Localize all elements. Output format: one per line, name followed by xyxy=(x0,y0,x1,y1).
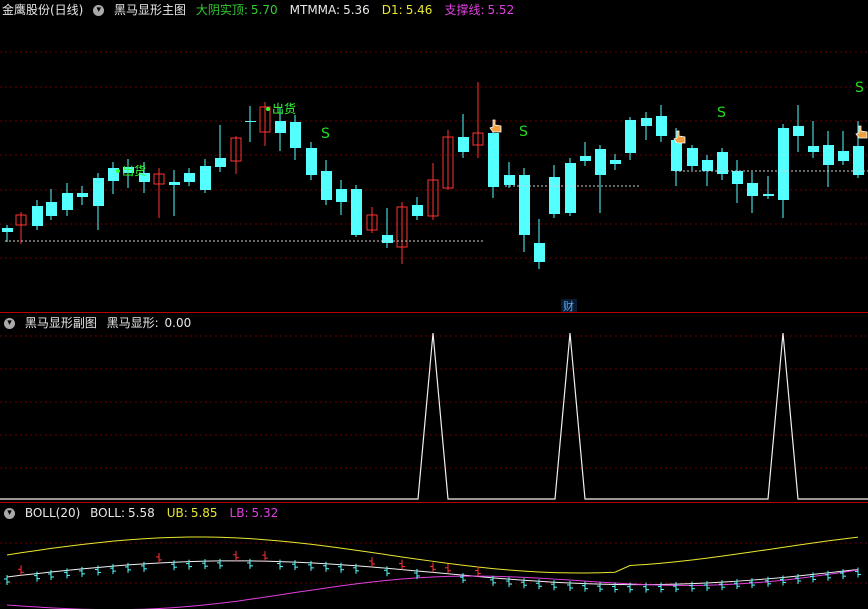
candle-body xyxy=(245,121,256,122)
main-indicator-value: 5.52 xyxy=(487,3,515,17)
s-signal-label: S xyxy=(321,126,330,142)
main-indicator-value: 5.36 xyxy=(343,3,370,17)
candle-body xyxy=(671,140,682,171)
candle-body xyxy=(838,151,849,161)
sub-indicator-name: 黑马显形副图 xyxy=(24,316,97,330)
main-indicator-1: MTMMA: 5.36 xyxy=(290,3,376,17)
candle-body xyxy=(625,120,636,153)
candle-body xyxy=(580,156,591,161)
candle-body xyxy=(184,173,195,182)
candle-body xyxy=(290,122,301,148)
candle-body xyxy=(717,152,728,174)
main-chart-header: 金鹰股份(日线) ▾ 黑马显形主图 大阴实顶: 5.70 MTMMA: 5.36 D1:… xyxy=(2,2,532,18)
candle-body xyxy=(656,116,667,136)
sub-indicator-label: 黑马显形: xyxy=(106,316,159,330)
candle-body xyxy=(77,193,88,197)
candle-body xyxy=(778,128,789,200)
boll-indicator-0: BOLL: 5.58 xyxy=(90,506,161,520)
collapse-toggle-icon[interactable]: ▾ xyxy=(93,5,105,16)
boll-name: BOLL(20) xyxy=(24,506,81,520)
candle-body xyxy=(763,194,774,196)
main-indicator-value: 5.70 xyxy=(250,3,278,17)
collapse-toggle-icon[interactable]: ▾ xyxy=(4,318,15,329)
candle-body xyxy=(321,171,332,200)
sell-dot-icon xyxy=(266,107,270,111)
candle-body xyxy=(610,160,621,164)
candle-body xyxy=(595,149,606,175)
s-signal-label: S xyxy=(717,105,726,121)
main-indicator-label: D1: xyxy=(381,3,403,17)
candle-body xyxy=(306,148,317,175)
main-chart-panel[interactable]: 金鹰股份(日线) ▾ 黑马显形主图 大阴实顶: 5.70 MTMMA: 5.36 D1:… xyxy=(0,0,868,312)
sell-dot-icon xyxy=(116,169,120,173)
candle-body xyxy=(747,183,758,196)
candle-body xyxy=(823,145,834,165)
s-signal-label: S xyxy=(855,80,864,96)
main-indicator-2: D1: 5.46 xyxy=(382,3,439,17)
candle-body xyxy=(93,178,104,206)
boll-chart-panel[interactable]: ▾ BOLL(20) BOLL: 5.58 UB: 5.85 LB: 5.32 xyxy=(0,503,868,609)
collapse-toggle-icon[interactable]: ▾ xyxy=(4,508,15,519)
main-indicator-label: 支撑线: xyxy=(444,3,485,17)
sub-chart-panel[interactable]: ▾ 黑马显形副图 黑马显形: 0.00 xyxy=(0,313,868,502)
sub-chart-header: ▾ 黑马显形副图 黑马显形: 0.00 xyxy=(2,315,197,331)
candle-body xyxy=(519,175,530,235)
candle-body xyxy=(565,163,576,213)
main-indicator-0: 大阴实顶: 5.70 xyxy=(196,3,284,17)
candle-body xyxy=(808,146,819,152)
main-indicator-name: 黑马显形主图 xyxy=(114,3,187,17)
sub-indicator-value: 0.00 xyxy=(164,316,192,330)
main-indicator-3: 支撑线: 5.52 xyxy=(444,3,520,17)
boll-indicator-value: 5.58 xyxy=(128,506,155,520)
boll-chart-header: ▾ BOLL(20) BOLL: 5.58 UB: 5.85 LB: 5.32 xyxy=(2,505,296,521)
candle-body xyxy=(793,126,804,136)
candle-body xyxy=(412,205,423,216)
candle-body xyxy=(382,235,393,243)
sell-signal-label: 出货 xyxy=(122,163,146,178)
main-indicator-label: 大阴实顶: xyxy=(195,3,248,17)
main-indicator-values: 大阴实顶: 5.70 MTMMA: 5.36 D1: 5.46 支撑线: 5.52 xyxy=(196,3,526,17)
candle-body xyxy=(458,137,469,152)
s-signal-label: S xyxy=(519,124,528,140)
main-indicator-value: 5.46 xyxy=(405,3,433,17)
boll-indicator-value: 5.85 xyxy=(190,506,218,520)
candle-body xyxy=(32,206,43,226)
boll-indicator-1: UB: 5.85 xyxy=(167,506,224,520)
candle-body xyxy=(488,133,499,187)
boll-indicator-label: BOLL: xyxy=(90,506,126,520)
candle-body xyxy=(549,177,560,214)
candle-body xyxy=(641,118,652,126)
boll-indicator-value: 5.32 xyxy=(251,506,279,520)
candle-body xyxy=(62,193,73,210)
candle-body xyxy=(534,243,545,262)
boll-indicator-label: LB: xyxy=(229,506,249,520)
main-indicator-label: MTMMA: xyxy=(289,3,341,17)
candle-body xyxy=(732,171,743,184)
stock-title: 金鹰股份(日线) xyxy=(2,3,84,17)
signal-line-chart[interactable] xyxy=(0,313,868,502)
candle-body xyxy=(853,146,864,175)
candle-body xyxy=(336,189,347,202)
candle-body xyxy=(200,166,211,190)
boll-indicator-2: LB: 5.32 xyxy=(230,506,285,520)
boll-lower-line xyxy=(6,569,859,609)
signal-line xyxy=(0,332,868,500)
candle-body xyxy=(169,182,180,185)
candlestick-chart[interactable]: 出货出货S SSS财 xyxy=(0,0,868,312)
candle-body xyxy=(215,158,226,167)
boll-indicator-label: UB: xyxy=(166,506,188,520)
sell-signal-label: 出货 xyxy=(272,101,296,116)
boll-values: BOLL: 5.58 UB: 5.85 LB: 5.32 xyxy=(90,506,290,520)
candle-body xyxy=(2,228,13,232)
candle-body xyxy=(46,202,57,216)
candle-body xyxy=(504,175,515,185)
candle-body xyxy=(687,148,698,166)
finance-marker-label: 财 xyxy=(563,299,574,312)
hand-pointer-icon xyxy=(489,119,502,133)
candle-body xyxy=(702,160,713,171)
candle-body xyxy=(275,121,286,133)
candle-body xyxy=(351,189,362,235)
